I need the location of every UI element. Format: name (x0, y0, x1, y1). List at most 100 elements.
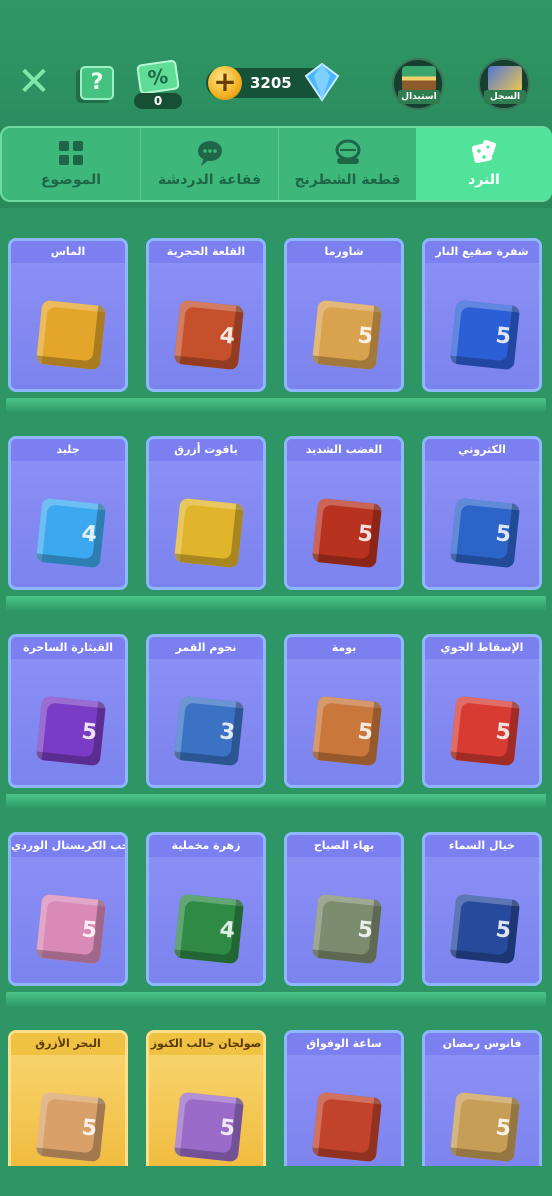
dice-card-title: القيثارة الساحرة (11, 637, 125, 659)
dice-icon: 5 (35, 695, 107, 767)
dice-card-body: 4 (149, 857, 263, 983)
dice-card[interactable]: جليد 4 (8, 436, 128, 590)
dice-card-body: 4 (149, 263, 263, 389)
top-bar: ✕ ? % 0 + 3205 استبدال السجل (0, 0, 552, 128)
dice-card[interactable]: الماس (8, 238, 128, 392)
dice-card[interactable]: شفرة صقيع النار 5 (422, 238, 542, 392)
dice-card-body (149, 461, 263, 587)
dice-card-title: نجوم القمر (149, 637, 263, 659)
dice-card[interactable]: نجوم القمر 3 (146, 634, 266, 788)
dice-card-body: 5 (149, 1055, 263, 1181)
dice-card[interactable]: البحر الأزرق 5 (8, 1030, 128, 1184)
dice-icon: 5 (35, 1091, 107, 1163)
dice-card[interactable]: خيال السماء 5 (422, 832, 542, 986)
close-icon[interactable]: ✕ (14, 62, 54, 102)
grid-icon (59, 141, 83, 165)
dice-card-title: شاورما (287, 241, 401, 263)
dice-card-body: 3 (149, 659, 263, 785)
dice-card-body: 5 (425, 461, 539, 587)
exchange-shop-button[interactable]: استبدال (392, 58, 444, 110)
dice-card-title: خيال السماء (425, 835, 539, 857)
dice-card[interactable]: بهاء الصباح 5 (284, 832, 404, 986)
shelf (6, 794, 546, 808)
discount-ticket-icon: % (136, 59, 180, 95)
dice-icon (311, 1091, 383, 1163)
dice-card-title: جليد (11, 439, 125, 461)
exchange-label: استبدال (398, 90, 440, 104)
dice-card-title: صولجان جالب الكنوز (149, 1033, 263, 1055)
category-tabs: الموضوع فقاعة الدردشة قطعة الشطرنج النرد (0, 126, 552, 202)
tab-label: فقاعة الدردشة (157, 172, 262, 188)
dice-card-title: حب الكريستال الوردي (11, 835, 125, 857)
shelf (6, 596, 546, 610)
dice-card-body: 5 (11, 1055, 125, 1181)
dice-icon: 5 (449, 695, 521, 767)
dice-card[interactable]: حب الكريستال الوردي 5 (8, 832, 128, 986)
coin-balance: + 3205 (206, 62, 340, 102)
tab-game-piece[interactable]: قطعة الشطرنج (278, 128, 416, 200)
dice-icon: 4 (35, 497, 107, 569)
discount-count: 0 (134, 93, 182, 109)
help-button[interactable]: ? (80, 66, 114, 100)
dice-card-title: الكتروني (425, 439, 539, 461)
tab-theme[interactable]: الموضوع (2, 128, 140, 200)
tab-label: قطعة الشطرنج (294, 172, 401, 188)
dice-card-title: بهاء الصباح (287, 835, 401, 857)
dice-card-body: 5 (287, 857, 401, 983)
dice-card-body: 5 (425, 1055, 539, 1181)
dice-icon: 5 (311, 893, 383, 965)
history-icon (488, 66, 522, 92)
dice-card[interactable]: فانوس رمضان 5 (422, 1030, 542, 1184)
dice-icon: 5 (449, 497, 521, 569)
add-coins-button[interactable]: + (208, 66, 242, 100)
dice-card[interactable]: زهرة مخملية 4 (146, 832, 266, 986)
dice-icon: 5 (311, 497, 383, 569)
chat-bubble-icon (197, 141, 222, 166)
dice-icon: 3 (173, 695, 245, 767)
dice-card[interactable]: الغضب الشديد 5 (284, 436, 404, 590)
dice-card[interactable]: الإسقاط الجوي 5 (422, 634, 542, 788)
dice-card-title: الإسقاط الجوي (425, 637, 539, 659)
gem-icon (304, 62, 340, 102)
dice-card-body: 5 (11, 659, 125, 785)
game-piece-icon (335, 139, 360, 164)
dice-icon: 5 (449, 299, 521, 371)
dice-icon: 5 (311, 299, 383, 371)
dice-card-title: فانوس رمضان (425, 1033, 539, 1055)
discount-button[interactable]: % 0 (134, 59, 182, 110)
dice-card-title: القلعة الحجرية (149, 241, 263, 263)
dice-icon: 4 (173, 299, 245, 371)
tab-chat-bubble[interactable]: فقاعة الدردشة (140, 128, 278, 200)
dice-card-body: 5 (287, 659, 401, 785)
coin-count: 3205 (250, 74, 292, 92)
dice-icon: 5 (173, 1091, 245, 1163)
dice-card-body: 5 (425, 659, 539, 785)
dice-icon: 4 (173, 893, 245, 965)
dice-card-title: ياقوت أزرق (149, 439, 263, 461)
dice-card[interactable]: ساعة الوفواق (284, 1030, 404, 1184)
dice-icon: 5 (449, 1091, 521, 1163)
dice-card-body: 5 (425, 263, 539, 389)
history-button[interactable]: السجل (478, 58, 530, 110)
dice-card-body: 5 (287, 461, 401, 587)
tab-dice[interactable]: النرد (416, 128, 552, 200)
dice-card[interactable]: الكتروني 5 (422, 436, 542, 590)
dice-card-title: البحر الأزرق (11, 1033, 125, 1055)
dice-card[interactable]: صولجان جالب الكنوز 5 (146, 1030, 266, 1184)
dice-card-body: 4 (11, 461, 125, 587)
dice-icon: 5 (449, 893, 521, 965)
dice-card[interactable]: القلعة الحجرية 4 (146, 238, 266, 392)
dice-card-title: الماس (11, 241, 125, 263)
dice-card[interactable]: القيثارة الساحرة 5 (8, 634, 128, 788)
dice-card-body: 5 (425, 857, 539, 983)
dice-card[interactable]: ياقوت أزرق (146, 436, 266, 590)
dice-card-title: بومة (287, 637, 401, 659)
dice-card[interactable]: بومة 5 (284, 634, 404, 788)
dice-card-title: الغضب الشديد (287, 439, 401, 461)
bottom-edge (0, 1166, 552, 1196)
shop-stall-icon (402, 66, 436, 92)
dice-icon (173, 497, 245, 569)
dice-icon: 5 (311, 695, 383, 767)
dice-icon: 5 (35, 893, 107, 965)
dice-card[interactable]: شاورما 5 (284, 238, 404, 392)
